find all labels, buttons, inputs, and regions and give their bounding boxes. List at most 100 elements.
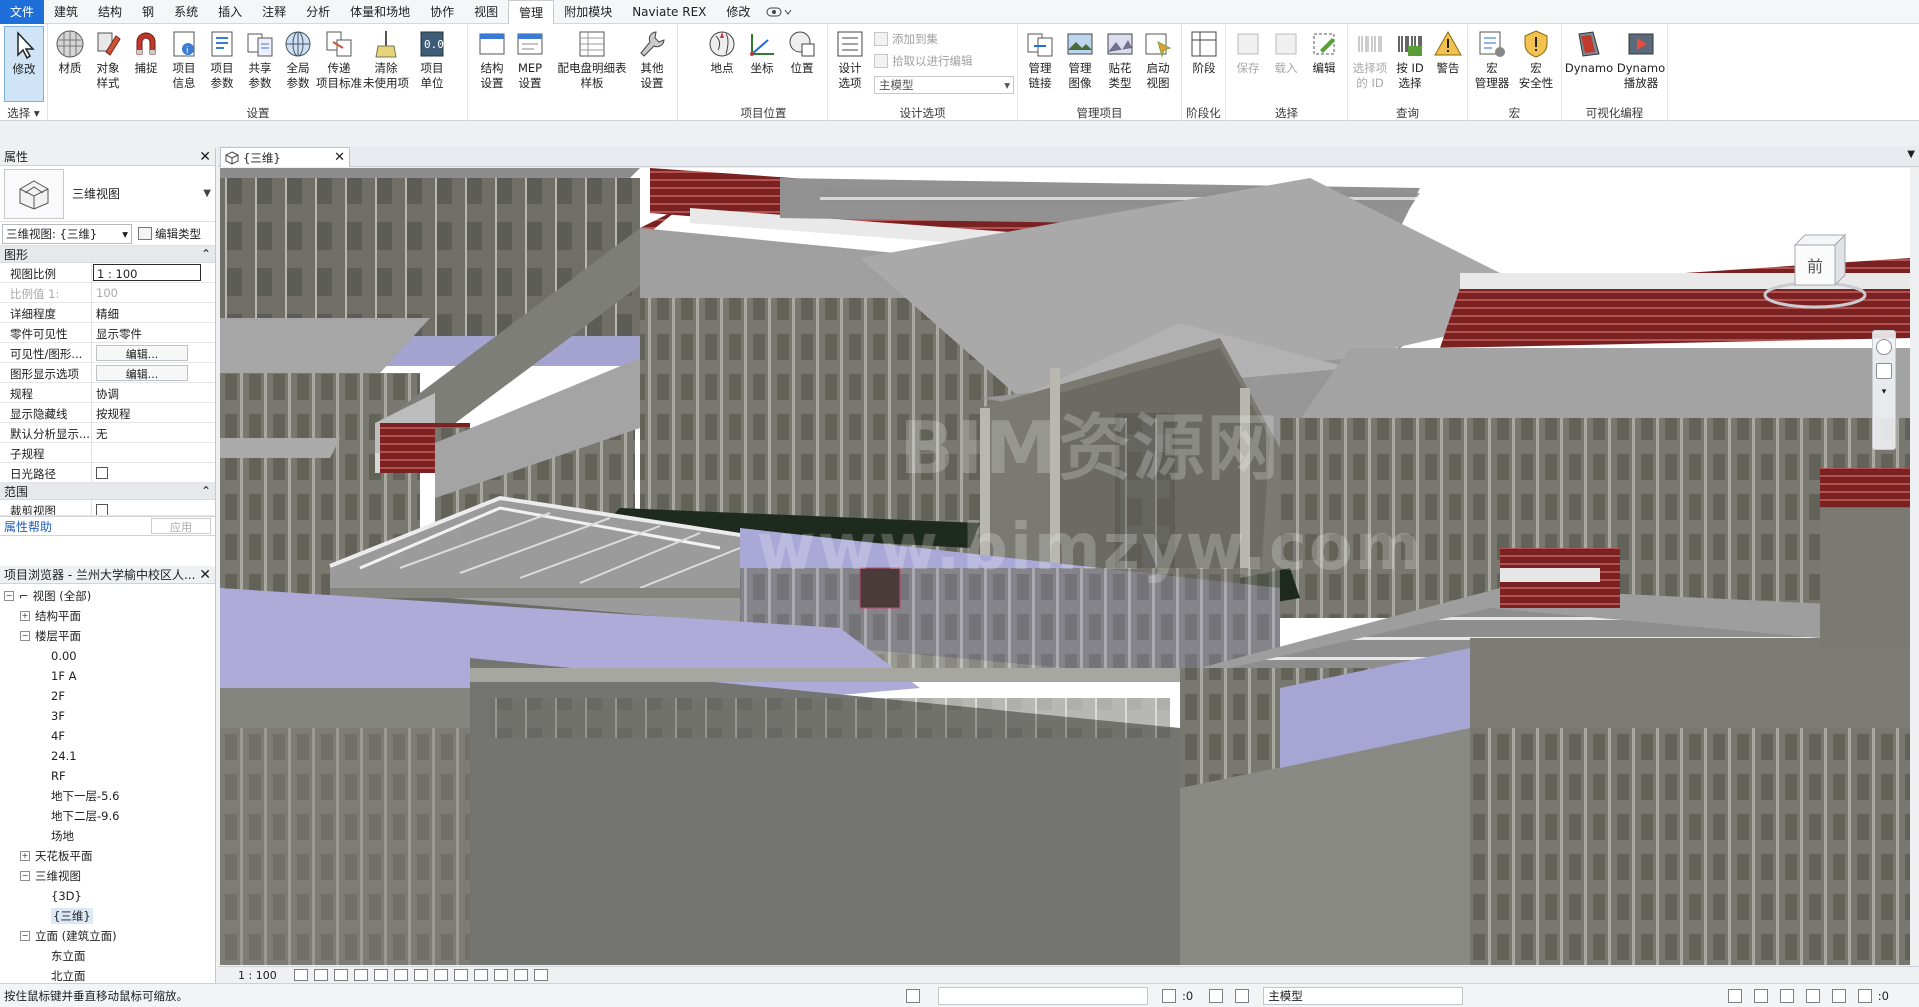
view-scale-control[interactable]: 1 : 100 (238, 969, 294, 982)
tree-node[interactable]: 24.1 (0, 746, 215, 766)
materials-button[interactable]: 材质 (50, 26, 90, 102)
detail-level-icon[interactable] (294, 969, 308, 981)
reveal-constraints-icon[interactable] (534, 969, 548, 981)
object-styles-button[interactable]: 对象 样式 (88, 26, 128, 102)
expand-icon[interactable]: + (20, 851, 30, 861)
detail-level-field[interactable]: 精细 (92, 303, 215, 322)
drag-elements-icon[interactable] (1831, 988, 1846, 1003)
coordinates-button[interactable]: 坐标 (742, 26, 782, 102)
shadows-icon[interactable] (354, 969, 368, 981)
tab-structure[interactable]: 结构 (88, 0, 132, 24)
tree-node[interactable]: 0.00 (0, 646, 215, 666)
select-pinned-icon[interactable] (1779, 988, 1794, 1003)
visual-style-icon[interactable] (314, 969, 328, 981)
section-extents[interactable]: 范围 ⌃ (0, 483, 215, 500)
tab-naviate-rex[interactable]: Naviate REX (622, 0, 716, 24)
tab-view[interactable]: 视图 (464, 0, 508, 24)
select-by-id-button[interactable]: 按 ID 选择 (1390, 26, 1430, 102)
macro-manager-button[interactable]: 宏 管理器 (1472, 26, 1512, 102)
filter-icon[interactable] (1857, 988, 1872, 1003)
pick-to-edit-button[interactable]: 拾取以进行编辑 (874, 52, 973, 70)
tab-manage[interactable]: 管理 (508, 0, 555, 25)
lock-view-icon[interactable] (434, 969, 448, 981)
edit-selection-button[interactable]: 编辑 (1304, 26, 1344, 102)
tab-architecture[interactable]: 建筑 (44, 0, 88, 24)
close-icon[interactable]: ✕ (199, 568, 211, 582)
tab-insert[interactable]: 插入 (208, 0, 252, 24)
view-cube[interactable]: 前 (1760, 225, 1870, 315)
tree-node[interactable]: 场地 (0, 826, 215, 846)
parts-visibility-field[interactable]: 显示零件 (92, 323, 215, 342)
project-information-button[interactable]: i 项目 信息 (164, 26, 204, 102)
zoom-icon[interactable] (1876, 363, 1892, 379)
snaps-button[interactable]: 捕捉 (126, 26, 166, 102)
tree-node[interactable]: 地下二层-9.6 (0, 806, 215, 826)
starting-view-button[interactable]: 启动 视图 (1138, 26, 1178, 102)
type-selector[interactable]: 三维视图 ▼ (0, 166, 215, 222)
temporary-hide-icon[interactable] (454, 969, 468, 981)
collapse-icon[interactable]: − (4, 591, 14, 601)
analysis-display-icon[interactable] (494, 969, 508, 981)
sun-path-icon[interactable] (334, 969, 348, 981)
dynamo-player-button[interactable]: Dynamo 播放器 (1616, 26, 1666, 102)
analysis-display-field[interactable]: 无 (92, 423, 215, 442)
macro-security-button[interactable]: 宏 安全性 (1516, 26, 1556, 102)
warnings-button[interactable]: 警告 (1428, 26, 1468, 102)
discipline-field[interactable]: 协调 (92, 383, 215, 402)
tab-massing-site[interactable]: 体量和场地 (340, 0, 420, 24)
collapse-icon[interactable]: − (20, 631, 30, 641)
save-selection-button[interactable]: 保存 (1228, 26, 1268, 102)
tab-file[interactable]: 文件 (0, 0, 45, 24)
tab-list-arrow-icon[interactable]: ▼ (1907, 149, 1915, 160)
manage-links-button[interactable]: 管理 链接 (1020, 26, 1060, 102)
modify-button[interactable]: 修改 (4, 26, 44, 102)
render-icon[interactable] (374, 969, 388, 981)
additional-settings-button[interactable]: 其他 设置 (632, 26, 672, 102)
dynamo-button[interactable]: Dynamo (1564, 26, 1614, 102)
view-instance-dropdown[interactable]: 三维视图: {三维} ▾ (2, 223, 132, 244)
location-button[interactable]: 地点 (702, 26, 742, 102)
manage-images-button[interactable]: 管理 图像 (1060, 26, 1100, 102)
tree-node[interactable]: + 天花板平面 (0, 846, 215, 866)
tab-analyze[interactable]: 分析 (296, 0, 340, 24)
view-tab-3d[interactable]: {三维} ✕ (220, 147, 350, 167)
close-icon[interactable]: ✕ (199, 150, 211, 164)
collapse-icon[interactable]: − (20, 931, 30, 941)
design-option-status-dropdown[interactable]: 主模型 (1263, 986, 1464, 1005)
structural-settings-button[interactable]: 结构 设置 (472, 26, 512, 102)
apply-button[interactable]: 应用 (151, 518, 211, 534)
project-units-button[interactable]: 0.0 项目 单位 (412, 26, 452, 102)
collapse-icon[interactable]: − (20, 871, 30, 881)
tree-node[interactable]: − 三维视图 (0, 866, 215, 886)
tab-annotate[interactable]: 注释 (252, 0, 296, 24)
section-graphics[interactable]: 图形 ⌃ (0, 246, 215, 263)
workset-icon[interactable] (906, 988, 920, 1003)
expand-icon[interactable]: + (20, 611, 30, 621)
show-crop-region-icon[interactable] (414, 969, 428, 981)
decal-types-button[interactable]: 贴花 类型 (1100, 26, 1140, 102)
purge-unused-button[interactable]: 清除 未使用项 (362, 26, 410, 102)
sub-discipline-field[interactable] (92, 443, 215, 462)
tree-node[interactable]: 地下一层-5.6 (0, 786, 215, 806)
sun-path-checkbox[interactable] (96, 467, 108, 479)
tree-node[interactable]: − 立面 (建筑立面) (0, 926, 215, 946)
view-cube-face-front[interactable]: 前 (1795, 253, 1835, 277)
tab-systems[interactable]: 系统 (164, 0, 208, 24)
tree-node[interactable]: − 楼层平面 (0, 626, 215, 646)
tree-node[interactable]: 1F A (0, 666, 215, 686)
project-parameters-button[interactable]: 项目 参数 (202, 26, 242, 102)
tab-modify[interactable]: 修改 (716, 0, 760, 24)
design-options-status-icon[interactable] (1209, 988, 1224, 1003)
reveal-hidden-icon[interactable] (474, 969, 488, 981)
editing-requests-icon[interactable] (1162, 988, 1176, 1003)
zoom-dropdown-icon[interactable]: ▾ (1876, 387, 1892, 403)
hidden-lines-field[interactable]: 按规程 (92, 403, 215, 422)
tree-node[interactable]: RF (0, 766, 215, 786)
highlight-displacement-icon[interactable] (514, 969, 528, 981)
workset-dropdown[interactable] (938, 986, 1148, 1005)
tree-node[interactable]: + 结构平面 (0, 606, 215, 626)
tab-collaborate[interactable]: 协作 (420, 0, 464, 24)
tree-node[interactable]: 4F (0, 726, 215, 746)
tree-node[interactable]: − ⌐ 视图 (全部) (0, 586, 215, 606)
design-option-dropdown[interactable]: 主模型 ▾ (874, 76, 1014, 94)
